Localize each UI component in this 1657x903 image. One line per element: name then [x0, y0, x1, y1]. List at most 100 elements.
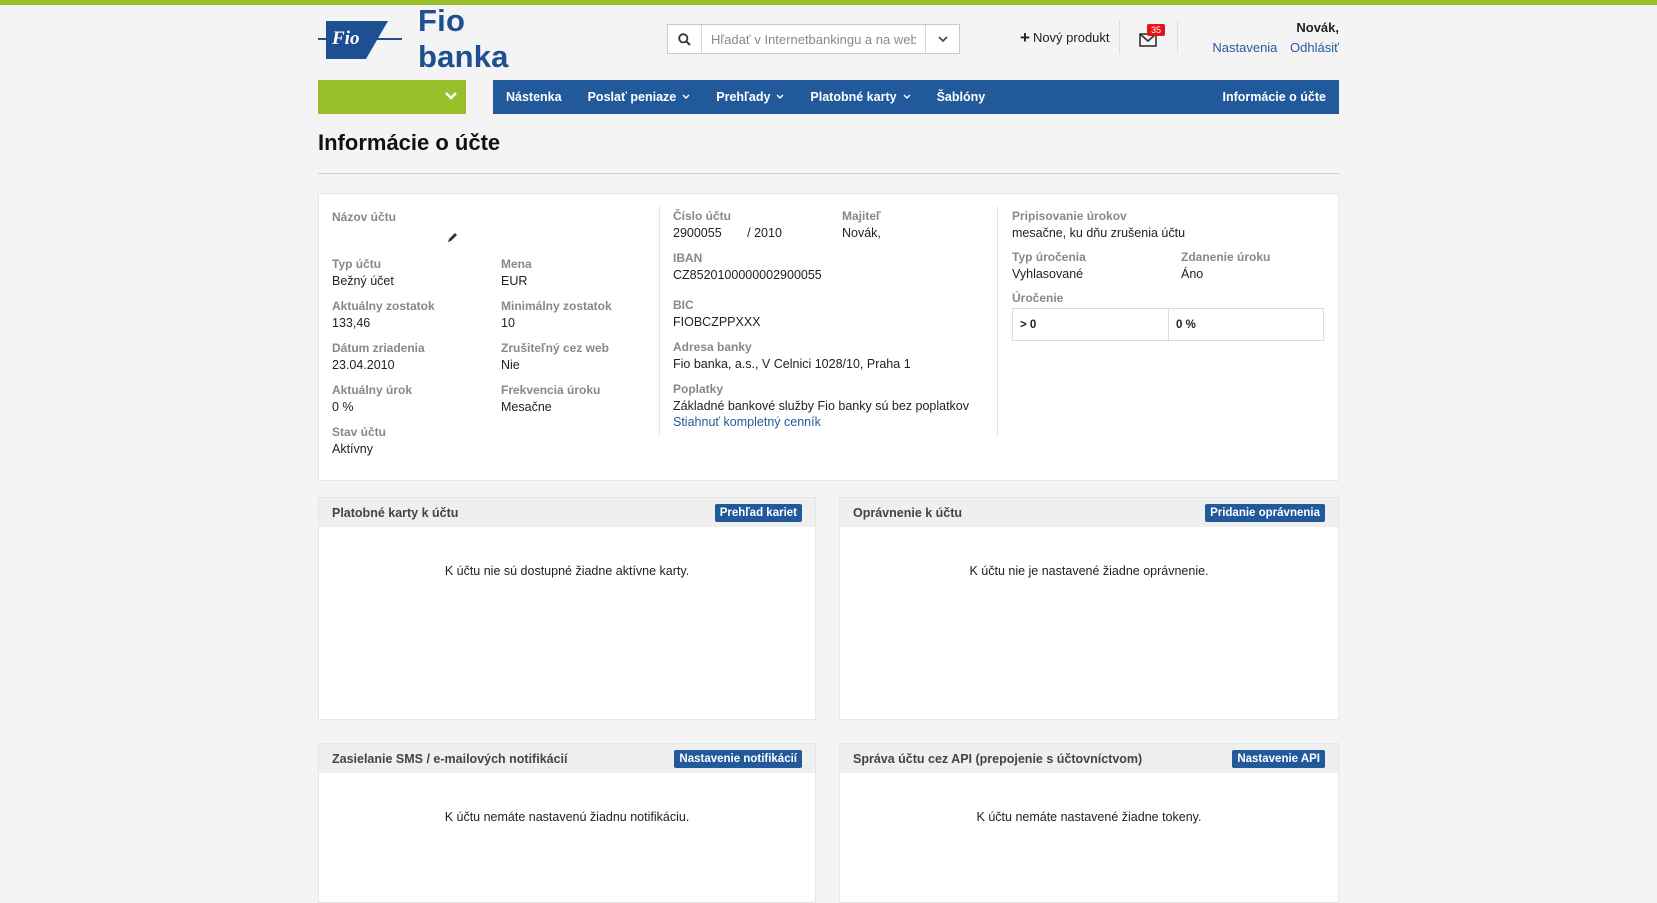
fio-banka-logo[interactable]: Fio Fio banka — [318, 3, 563, 74]
user-links: Nastavenia Odhlásiť — [1178, 40, 1339, 55]
field-cancel-web: Zrušiteľný cez web Nie — [501, 341, 609, 373]
panel-header: Oprávnenie k účtu Pridanie oprávnenia — [840, 498, 1338, 527]
api-settings-button[interactable]: Nastavenie API — [1232, 749, 1325, 768]
field-iban: IBAN CZ8520100000002900055 — [673, 251, 822, 283]
field-label: Typ účtu — [332, 257, 382, 271]
nav-item-platobne-karty[interactable]: Platobné karty — [797, 80, 923, 114]
field-label: Číslo účtu — [673, 209, 732, 223]
field-label: Adresa banky — [673, 340, 752, 354]
field-bic: BIC FIOBCZPPXXX — [673, 298, 761, 330]
api-panel: Správa účtu cez API (prepojenie s účtovn… — [839, 743, 1339, 903]
notification-settings-button[interactable]: Nastavenie notifikácií — [674, 749, 802, 768]
interest-rate-table: > 0 0 % — [1012, 308, 1324, 341]
field-currency: Mena EUR — [501, 257, 532, 289]
field-account-number: Číslo účtu 2900055 / 2010 — [673, 209, 782, 241]
main-nav: Nástenka Poslať peniaze Prehľady Platobn… — [493, 80, 1339, 114]
field-min-balance: Minimálny zostatok 10 — [501, 299, 612, 331]
chevron-down-icon — [903, 94, 911, 99]
plus-icon: + — [1020, 28, 1030, 47]
field-fees: Poplatky Základné bankové služby Fio ban… — [673, 382, 969, 430]
header-divider — [1119, 20, 1120, 54]
nav-item-poslat-peniaze[interactable]: Poslať peniaze — [575, 80, 704, 114]
field-label: Minimálny zostatok — [501, 299, 612, 313]
field-owner: Majiteľ Novák, — [842, 209, 881, 241]
field-label: Dátum zriadenia — [332, 341, 425, 355]
nav-item-label: Šablóny — [936, 90, 986, 104]
new-product-button[interactable]: + Nový produkt — [1020, 28, 1110, 47]
chevron-down-icon — [682, 94, 690, 99]
title-divider — [318, 173, 1339, 174]
search-button[interactable] — [668, 25, 702, 53]
field-label: Názov účtu — [332, 210, 397, 224]
price-list-link[interactable]: Stiahnuť kompletný cenník — [673, 415, 821, 429]
search-input[interactable] — [702, 25, 925, 53]
chevron-down-icon — [937, 35, 948, 42]
field-value: EUR — [501, 274, 528, 288]
page-title: Informácie o účte — [318, 130, 501, 155]
field-value: Aktívny — [332, 442, 373, 456]
logout-link[interactable]: Odhlásiť — [1290, 40, 1339, 55]
panel-header: Zasielanie SMS / e-mailových notifikácií… — [319, 744, 815, 773]
field-value: Áno — [1181, 267, 1204, 281]
pencil-icon — [448, 233, 457, 242]
edit-account-name-button[interactable] — [447, 231, 459, 243]
field-value: Bežný účet — [332, 274, 394, 288]
bank-code-value: / 2010 — [747, 226, 782, 240]
field-label: Majiteľ — [842, 209, 881, 223]
nav-item-prehlady[interactable]: Prehľady — [703, 80, 797, 114]
column-divider — [997, 206, 998, 436]
user-block: Novák, Nastavenia Odhlásiť — [1178, 20, 1339, 55]
field-created: Dátum zriadenia 23.04.2010 — [332, 341, 425, 373]
field-balance: Aktuálny zostatok 133,46 — [332, 299, 435, 331]
field-value: Novák, — [842, 226, 881, 240]
payment-cards-panel: Platobné karty k účtu Prehľad kariet K ú… — [318, 497, 816, 720]
column-divider — [659, 206, 660, 436]
field-value: Vyhlasované — [1012, 267, 1084, 281]
field-interest-frequency: Frekvencia úroku Mesačne — [501, 383, 600, 415]
field-interest-crediting: Pripisovanie úrokov mesačne, ku dňu zruš… — [1012, 209, 1185, 241]
field-interest-taxation: Zdanenie úroku Áno — [1181, 250, 1270, 282]
account-number-value: 2900055 — [673, 226, 722, 240]
field-label: BIC — [673, 298, 694, 312]
field-label: IBAN — [673, 251, 703, 265]
field-label: Frekvencia úroku — [501, 383, 601, 397]
field-value: CZ8520100000002900055 — [673, 268, 822, 282]
field-value: 2900055 / 2010 — [673, 226, 782, 241]
field-value: Mesačne — [501, 400, 552, 414]
search-dropdown-button[interactable] — [925, 25, 959, 53]
field-account-type: Typ účtu Bežný účet — [332, 257, 394, 289]
panel-title: Zasielanie SMS / e-mailových notifikácií — [332, 751, 568, 766]
field-interest: Aktuálny úrok 0 % — [332, 383, 412, 415]
nav-item-sablony[interactable]: Šablóny — [924, 80, 999, 114]
account-selector[interactable] — [318, 80, 466, 114]
field-account-name: Názov účtu — [332, 210, 396, 224]
cards-overview-button[interactable]: Prehľad kariet — [714, 503, 802, 522]
unread-messages-badge: 35 — [1147, 24, 1166, 36]
new-product-label: Nový produkt — [1032, 30, 1110, 45]
panel-title: Platobné karty k účtu — [332, 505, 459, 520]
rate-value-cell: 0 % — [1168, 309, 1323, 340]
nav-item-label: Prehľady — [716, 90, 771, 104]
nav-item-nastenka[interactable]: Nástenka — [493, 80, 575, 114]
field-value: 10 — [501, 316, 515, 330]
panel-empty-message: K účtu nie sú dostupné žiadne aktívne ka… — [444, 564, 690, 578]
field-label: Aktuálny zostatok — [332, 299, 435, 313]
settings-link[interactable]: Nastavenia — [1212, 40, 1277, 55]
field-label: Mena — [501, 257, 532, 271]
panel-empty-message: K účtu nie je nastavené žiadne oprávneni… — [969, 564, 1209, 578]
field-label: Úročenie — [1012, 291, 1064, 305]
nav-item-account-info[interactable]: Informácie o účte — [1210, 80, 1340, 114]
notifications-panel: Zasielanie SMS / e-mailových notifikácií… — [318, 743, 816, 903]
logo-text: Fio banka — [418, 3, 509, 74]
field-value: Fio banka, a.s., V Celnici 1028/10, Prah… — [673, 357, 911, 371]
nav-item-label: Nástenka — [506, 90, 562, 104]
field-interest-type: Typ úročenia Vyhlasované — [1012, 250, 1086, 282]
add-permission-button[interactable]: Pridanie oprávnenia — [1205, 503, 1325, 522]
search-box — [667, 24, 960, 54]
panel-header: Platobné karty k účtu Prehľad kariet — [319, 498, 815, 527]
search-icon — [678, 32, 691, 46]
field-label: Aktuálny úrok — [332, 383, 413, 397]
field-value: 23.04.2010 — [332, 358, 395, 372]
panel-header: Správa účtu cez API (prepojenie s účtovn… — [840, 744, 1338, 773]
field-label: Pripisovanie úrokov — [1012, 209, 1127, 223]
